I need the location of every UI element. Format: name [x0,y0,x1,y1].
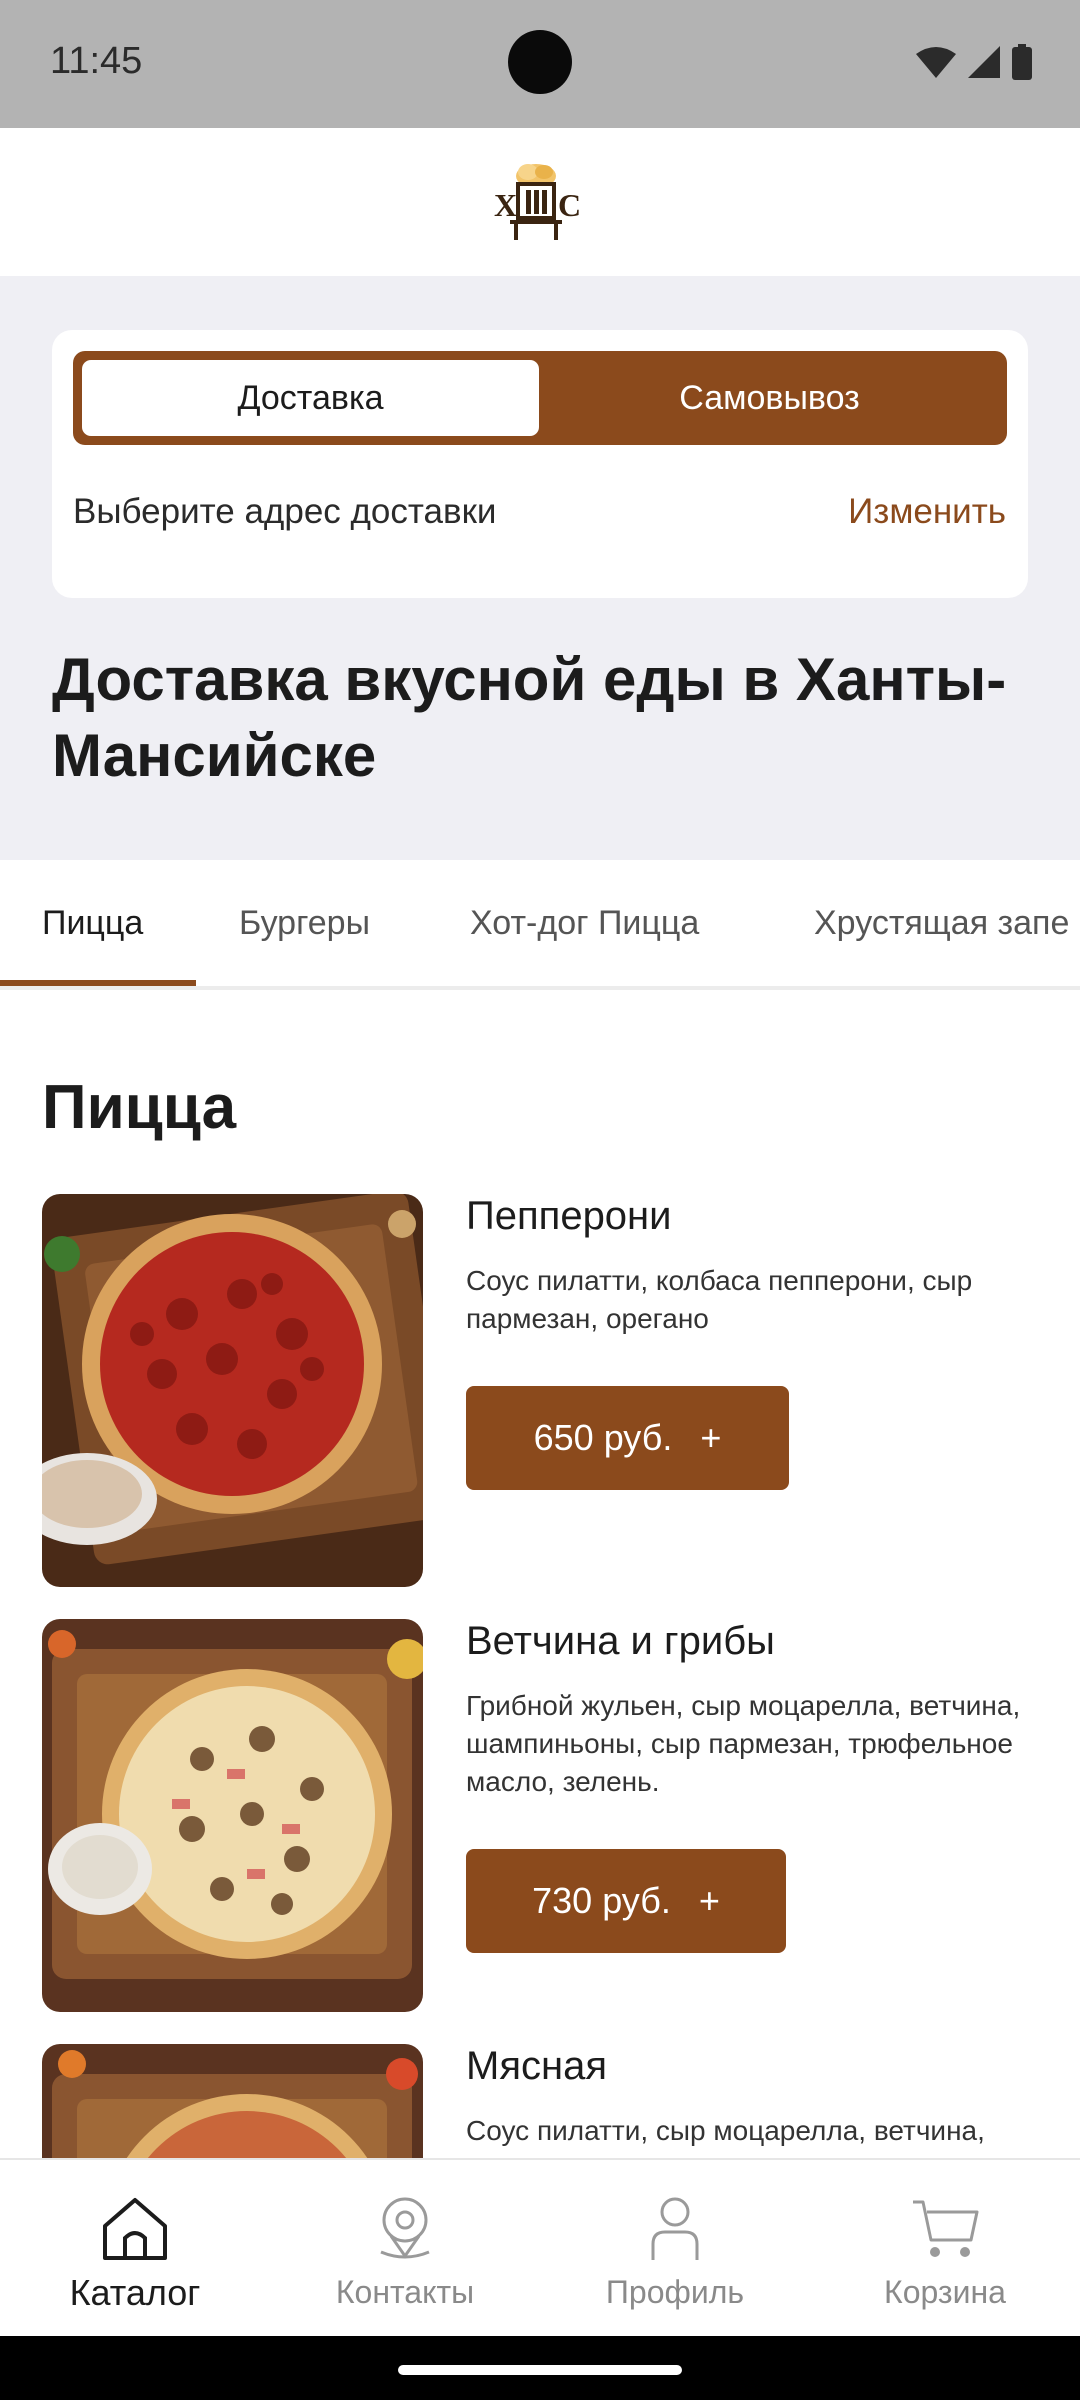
address-label[interactable]: Выберите адрес доставки [73,492,496,532]
nav-label: Каталог [69,2272,201,2313]
price-label: 650 руб. [533,1417,673,1458]
bottom-navigation: Каталог Контакты Профиль Корзина [0,2158,1080,2336]
status-bar: 11:45 [0,0,1080,128]
address-row: Выберите адрес доставки Изменить [73,492,1006,532]
nav-cart[interactable]: Корзина [810,2160,1080,2338]
page-title: Доставка вкусной еды в Ханты-Мансийске [52,646,1007,789]
app-header: Х С [0,128,1080,276]
product-image-meat[interactable] [42,2044,423,2158]
section-title: Пицца [42,1073,237,1142]
product-image-pepperoni[interactable] [42,1194,423,1587]
svg-text:С: С [558,187,581,223]
tab-burgers[interactable]: Бургеры [239,860,370,986]
home-icon [103,2198,167,2260]
beer-mug-logo[interactable]: Х С [490,160,590,244]
plus-icon: + [700,1417,722,1458]
plus-icon: + [698,1880,720,1921]
product-image-ham-mushrooms[interactable] [42,1619,423,2012]
delivery-section: Доставка Самовывоз Выберите адрес достав… [0,276,1080,860]
person-icon [651,2197,699,2260]
product-card[interactable]: Мясная Соус пилатти, сыр моцарелла, ветч… [42,2044,1042,2158]
nav-label: Корзина [884,2274,1006,2310]
cart-icon [913,2200,979,2257]
nav-label: Профиль [605,2274,745,2310]
location-pin-icon [380,2197,430,2259]
product-name: Мясная [466,2044,607,2088]
nav-profile[interactable]: Профиль [540,2160,810,2338]
tab-pizza[interactable]: Пицца [42,860,143,986]
active-tab-indicator [0,980,196,986]
nav-catalog[interactable]: Каталог [0,2160,270,2338]
nav-contacts[interactable]: Контакты [270,2160,540,2338]
product-description: Соус пилатти, колбаса пепперони, сыр пар… [466,1265,973,1334]
tab-pickup[interactable]: Самовывоз [541,360,998,436]
product-name: Пепперони [466,1194,672,1238]
product-card[interactable]: Ветчина и грибы Грибной жульен, сыр моца… [42,1619,1042,2013]
status-time: 11:45 [50,40,143,82]
add-to-cart-button[interactable]: 650 руб. + [466,1386,789,1490]
signal-icon [968,46,1000,78]
home-gesture-handle[interactable] [398,2365,682,2375]
gesture-bar [0,2336,1080,2400]
nav-label: Контакты [335,2274,475,2310]
svg-text:Х: Х [494,187,517,223]
change-address-link[interactable]: Изменить [848,492,1006,532]
delivery-mode-toggle: Доставка Самовывоз [73,351,1007,445]
camera-cutout [508,30,572,94]
tab-delivery[interactable]: Доставка [82,360,539,436]
tab-crispy[interactable]: Хрустящая запе [814,860,1069,986]
product-name: Ветчина и грибы [466,1619,775,1663]
add-to-cart-button[interactable]: 730 руб. + [466,1849,786,1953]
price-label: 730 руб. [532,1880,671,1921]
battery-icon [1012,44,1032,80]
tab-hotdog-pizza[interactable]: Хот-дог Пицца [470,860,699,986]
product-description: Соус пилатти, сыр моцарелла, ветчина, [466,2115,985,2146]
category-tabs: Пицца Бургеры Хот-дог Пицца Хрустящая за… [0,860,1080,990]
status-icons [916,44,1032,80]
wifi-icon [916,47,956,78]
product-description: Грибной жульен, сыр моцарелла, ветчина, … [466,1690,1021,1797]
delivery-card: Доставка Самовывоз Выберите адрес достав… [52,330,1028,598]
product-card[interactable]: Пепперони Соус пилатти, колбаса пепперон… [42,1194,1042,1588]
